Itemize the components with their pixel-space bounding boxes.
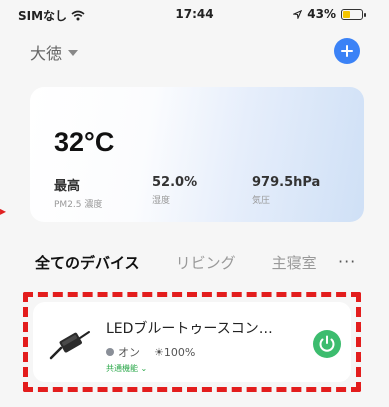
device-state: オン — [118, 346, 140, 359]
pressure-stat: 979.5hPa 気圧 — [252, 175, 320, 206]
home-selector[interactable]: 大徳 — [30, 40, 79, 64]
location-arrow-icon — [293, 9, 303, 19]
online-dot-icon — [106, 348, 114, 356]
battery-icon — [341, 8, 366, 20]
room-tabs: 全てのデバイス リビング 主寝室 — [35, 252, 353, 273]
device-brightness: ☀100% — [154, 345, 196, 359]
tab-master-bedroom[interactable]: 主寝室 — [272, 252, 317, 273]
caret-down-icon — [68, 50, 79, 56]
device-status: オン ☀100% — [106, 344, 195, 360]
device-card[interactable]: LEDブルートゥースコン… オン ☀100% 共通機能 ⌄ — [33, 302, 351, 382]
humidity-label: 湿度 — [152, 196, 171, 206]
home-name: 大徳 — [30, 44, 63, 63]
tab-all-devices[interactable]: 全てのデバイス — [35, 252, 140, 273]
status-bar: SIMなし 17:44 43% — [0, 0, 389, 26]
add-device-button[interactable] — [334, 38, 360, 64]
more-button[interactable]: ··· — [338, 252, 356, 271]
tab-living[interactable]: リビング — [176, 252, 236, 273]
battery-group: 43% — [293, 7, 366, 21]
pressure-label: 気圧 — [252, 196, 271, 206]
battery-percent: 43% — [307, 7, 336, 21]
device-name: LEDブルートゥースコン… — [106, 321, 273, 337]
pm25-value: 最高 — [54, 179, 81, 194]
humidity-stat: 52.0% 湿度 — [152, 175, 197, 206]
power-icon — [319, 335, 335, 352]
humidity-value: 52.0% — [152, 175, 198, 190]
pm25-label: PM2.5 濃度 — [54, 200, 103, 210]
common-functions-link[interactable]: 共通機能 ⌄ — [106, 363, 147, 374]
power-button[interactable] — [313, 330, 341, 358]
pressure-value: 979.5hPa — [252, 175, 321, 190]
common-functions-label: 共通機能 — [106, 364, 138, 373]
led-controller-icon — [49, 331, 90, 360]
annotation-arrow-icon: ▸ — [0, 204, 7, 218]
battery-fill — [343, 10, 351, 18]
temperature: 32°C — [54, 127, 115, 157]
weather-card[interactable]: 32°C 最高 PM2.5 濃度 52.0% 湿度 979.5hPa 気圧 — [30, 87, 364, 222]
pm25-stat: 最高 PM2.5 濃度 — [54, 175, 102, 210]
chevron-down-icon: ⌄ — [140, 364, 148, 373]
